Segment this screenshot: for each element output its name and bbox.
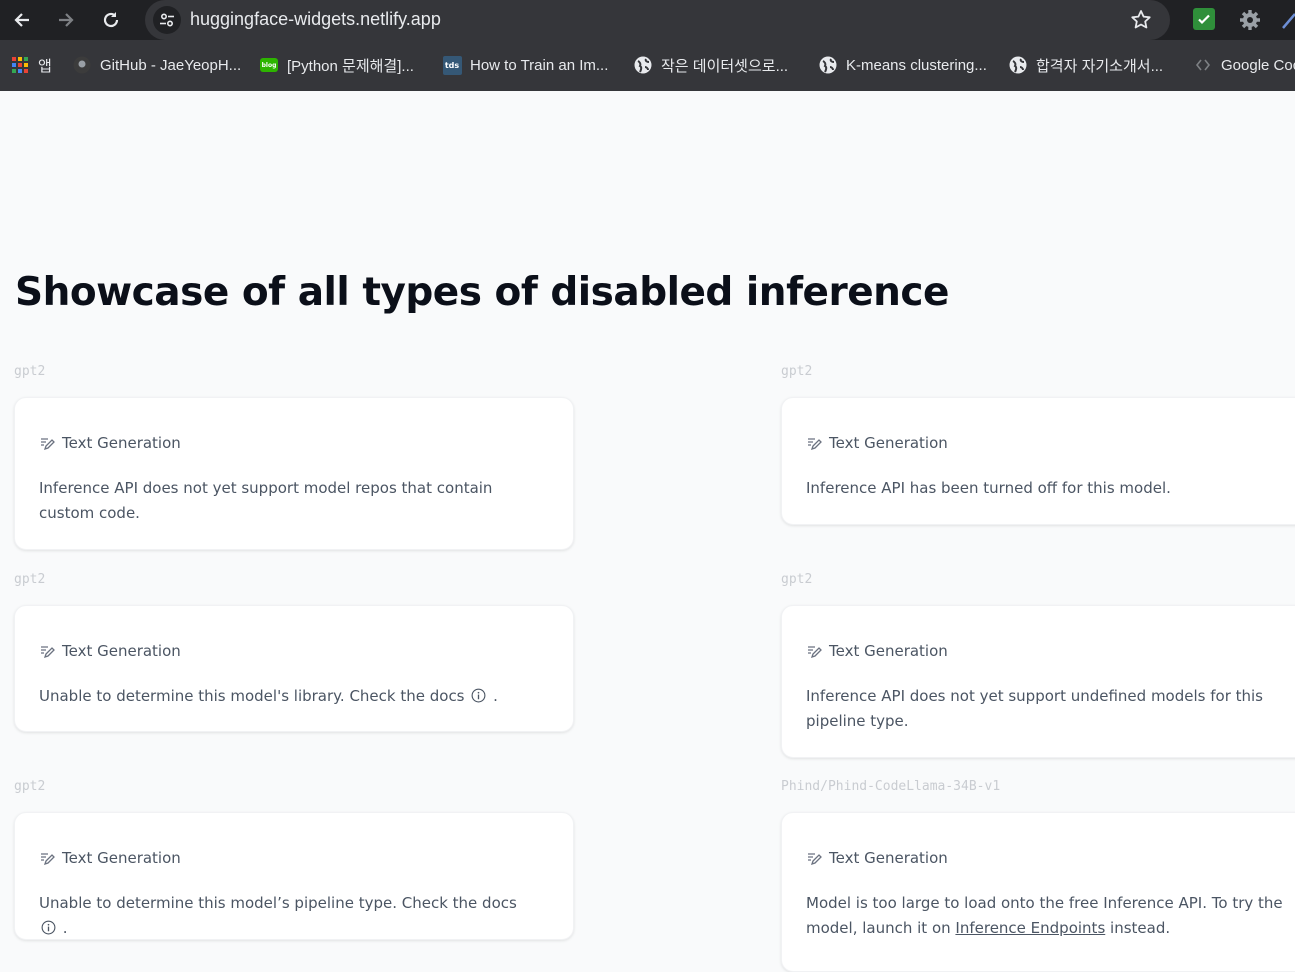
model-label: gpt2 [14,572,46,587]
model-label: Phind/Phind-CodeLlama-34B-v1 [781,779,1001,794]
bookmark-star-icon[interactable] [1129,8,1153,32]
bookmark-label: 작은 데이터셋으로... [661,57,789,75]
task-label: Text Generation [39,642,181,660]
bookmark-small-dataset[interactable]: 작은 데이터셋으로... [633,53,788,77]
disabled-message: Unable to determine this model’s pipelin… [39,894,517,937]
model-label: gpt2 [14,779,46,794]
bookmark-naver-blog[interactable]: blog [Python 문제해결]... [259,53,414,77]
text-generation-icon [41,438,55,451]
reload-icon [103,12,119,28]
bookmark-label: K-means clustering... [846,56,987,74]
task-label: Text Generation [806,434,948,452]
task-label: Text Generation [806,642,948,660]
extension-gear-icon[interactable] [1238,8,1262,32]
info-icon[interactable] [41,920,56,935]
globe-icon [633,55,653,75]
task-label: Text Generation [806,849,948,867]
widget-card: Text Generation Inference API does not y… [781,605,1295,758]
model-label: gpt2 [781,572,813,587]
task-label: Text Generation [39,434,181,452]
bookmark-label: [Python 문제해결]... [287,57,414,75]
disabled-message: Inference API does not yet support undef… [806,687,1264,730]
disabled-message: Inference API does not yet support model… [39,479,493,522]
inference-endpoints-link[interactable]: Inference Endpoints [955,919,1105,937]
code-icon [1193,55,1213,75]
globe-icon [818,55,838,75]
text-generation-icon [808,438,822,451]
bookmark-label: How to Train an Im... [470,56,609,74]
url-text[interactable]: huggingface-widgets.netlify.app [190,9,441,30]
github-icon [72,55,92,75]
bookmark-label: 합격자 자기소개서... [1036,57,1164,75]
arrow-right-icon [59,13,74,27]
info-icon[interactable] [471,688,486,703]
text-generation-icon [808,853,822,866]
reload-button[interactable] [97,6,125,34]
bookmark-cover-letter[interactable]: 합격자 자기소개서... [1008,53,1163,77]
bookmark-github[interactable]: GitHub - JaeYeopH... [72,53,241,77]
extension-pen-icon[interactable] [1281,10,1295,30]
address-bar[interactable]: huggingface-widgets.netlify.app [145,0,1170,40]
bookmark-tds[interactable]: tds How to Train an Im... [442,53,608,77]
disabled-message: Unable to determine this model's library… [39,687,498,705]
model-label: gpt2 [781,364,813,379]
browser-toolbar: huggingface-widgets.netlify.app [0,0,1295,40]
apps-grid-icon [10,55,30,75]
bookmarks-bar: 앱 GitHub - JaeYeopH... blog [Python 문제해결… [0,40,1295,91]
bookmark-kmeans[interactable]: K-means clustering... [818,53,987,77]
task-label: Text Generation [39,849,181,867]
extension-check-icon[interactable] [1193,8,1215,30]
forward-button[interactable] [52,6,80,34]
bookmark-label: 앱 [38,57,52,75]
page-title: Showcase of all types of disabled infere… [15,270,950,315]
disabled-message: Model is too large to load onto the free… [806,894,1283,937]
text-generation-icon [808,646,822,659]
naver-blog-icon: blog [259,55,279,75]
arrow-left-icon [14,13,29,27]
text-generation-icon [41,853,55,866]
tune-icon [160,13,174,27]
widget-card: Text Generation Unable to determine this… [14,812,574,940]
text-generation-icon [41,646,55,659]
widget-card: Text Generation Inference API does not y… [14,397,574,550]
globe-icon [1008,55,1028,75]
disabled-message: Inference API has been turned off for th… [806,479,1171,497]
widget-card: Text Generation Inference API has been t… [781,397,1295,525]
bookmark-label: Google Coc [1221,56,1295,74]
site-info-button[interactable] [153,6,181,34]
back-button[interactable] [8,6,36,34]
bookmark-apps[interactable]: 앱 [10,53,52,77]
bookmark-google-code[interactable]: Google Coc [1193,53,1295,77]
tds-icon: tds [442,55,462,75]
widget-card: Text Generation Model is too large to lo… [781,812,1295,972]
model-label: gpt2 [14,364,46,379]
widget-card: Text Generation Unable to determine this… [14,605,574,732]
bookmark-label: GitHub - JaeYeopH... [100,56,242,74]
